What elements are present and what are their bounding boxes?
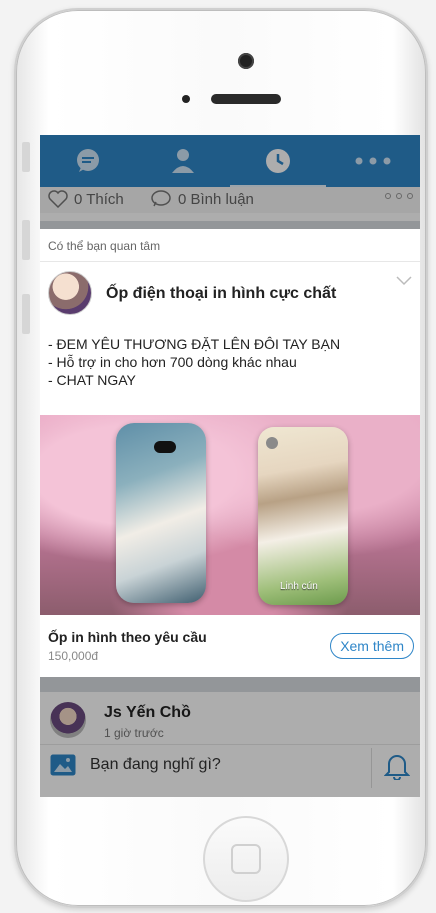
- app-screen: 0 Thích 0 Bình luận Có thể bạn quan tâm …: [40, 135, 420, 797]
- volume-up-button: [22, 220, 30, 260]
- home-button-square: [231, 844, 261, 874]
- dim-overlay-bottom: [40, 677, 420, 797]
- product-price: 150,000đ: [48, 649, 99, 663]
- ad-line-1: - ĐEM YÊU THƯƠNG ĐẶT LÊN ĐÔI TAY BẠN: [48, 336, 341, 352]
- suggestion-header: Có thể bạn quan tâm: [48, 239, 161, 253]
- see-more-button[interactable]: Xem thêm: [330, 633, 414, 659]
- ad-image[interactable]: Linh cún: [40, 415, 420, 615]
- mute-switch: [22, 142, 30, 172]
- divider: [40, 261, 420, 262]
- sensor-dot: [182, 95, 190, 103]
- sponsored-card: Có thể bạn quan tâm Ốp điện thoại in hìn…: [40, 229, 420, 677]
- ad-line-3: - CHAT NGAY: [48, 372, 136, 388]
- dim-overlay-top: [40, 135, 420, 229]
- phone-case-photo-girl: Linh cún: [258, 427, 348, 605]
- case-caption: Linh cún: [280, 581, 318, 592]
- phone-case-photo-couple: [116, 423, 206, 603]
- ad-description: - ĐEM YÊU THƯƠNG ĐẶT LÊN ĐÔI TAY BẠN - H…: [48, 335, 340, 389]
- home-button[interactable]: [203, 816, 289, 902]
- product-name: Ốp in hình theo yêu cầu: [48, 629, 207, 645]
- advertiser-title[interactable]: Ốp điện thoại in hình cực chất: [106, 285, 336, 303]
- chevron-down-icon[interactable]: [396, 273, 412, 291]
- volume-down-button: [22, 294, 30, 334]
- ad-line-2: - Hỗ trợ in cho hơn 700 dòng khác nhau: [48, 354, 297, 370]
- earpiece-speaker: [211, 94, 281, 104]
- case-camera-cutout: [154, 441, 176, 453]
- advertiser-avatar[interactable]: [48, 271, 92, 315]
- front-camera: [238, 53, 254, 69]
- case-camera-cutout: [266, 437, 278, 449]
